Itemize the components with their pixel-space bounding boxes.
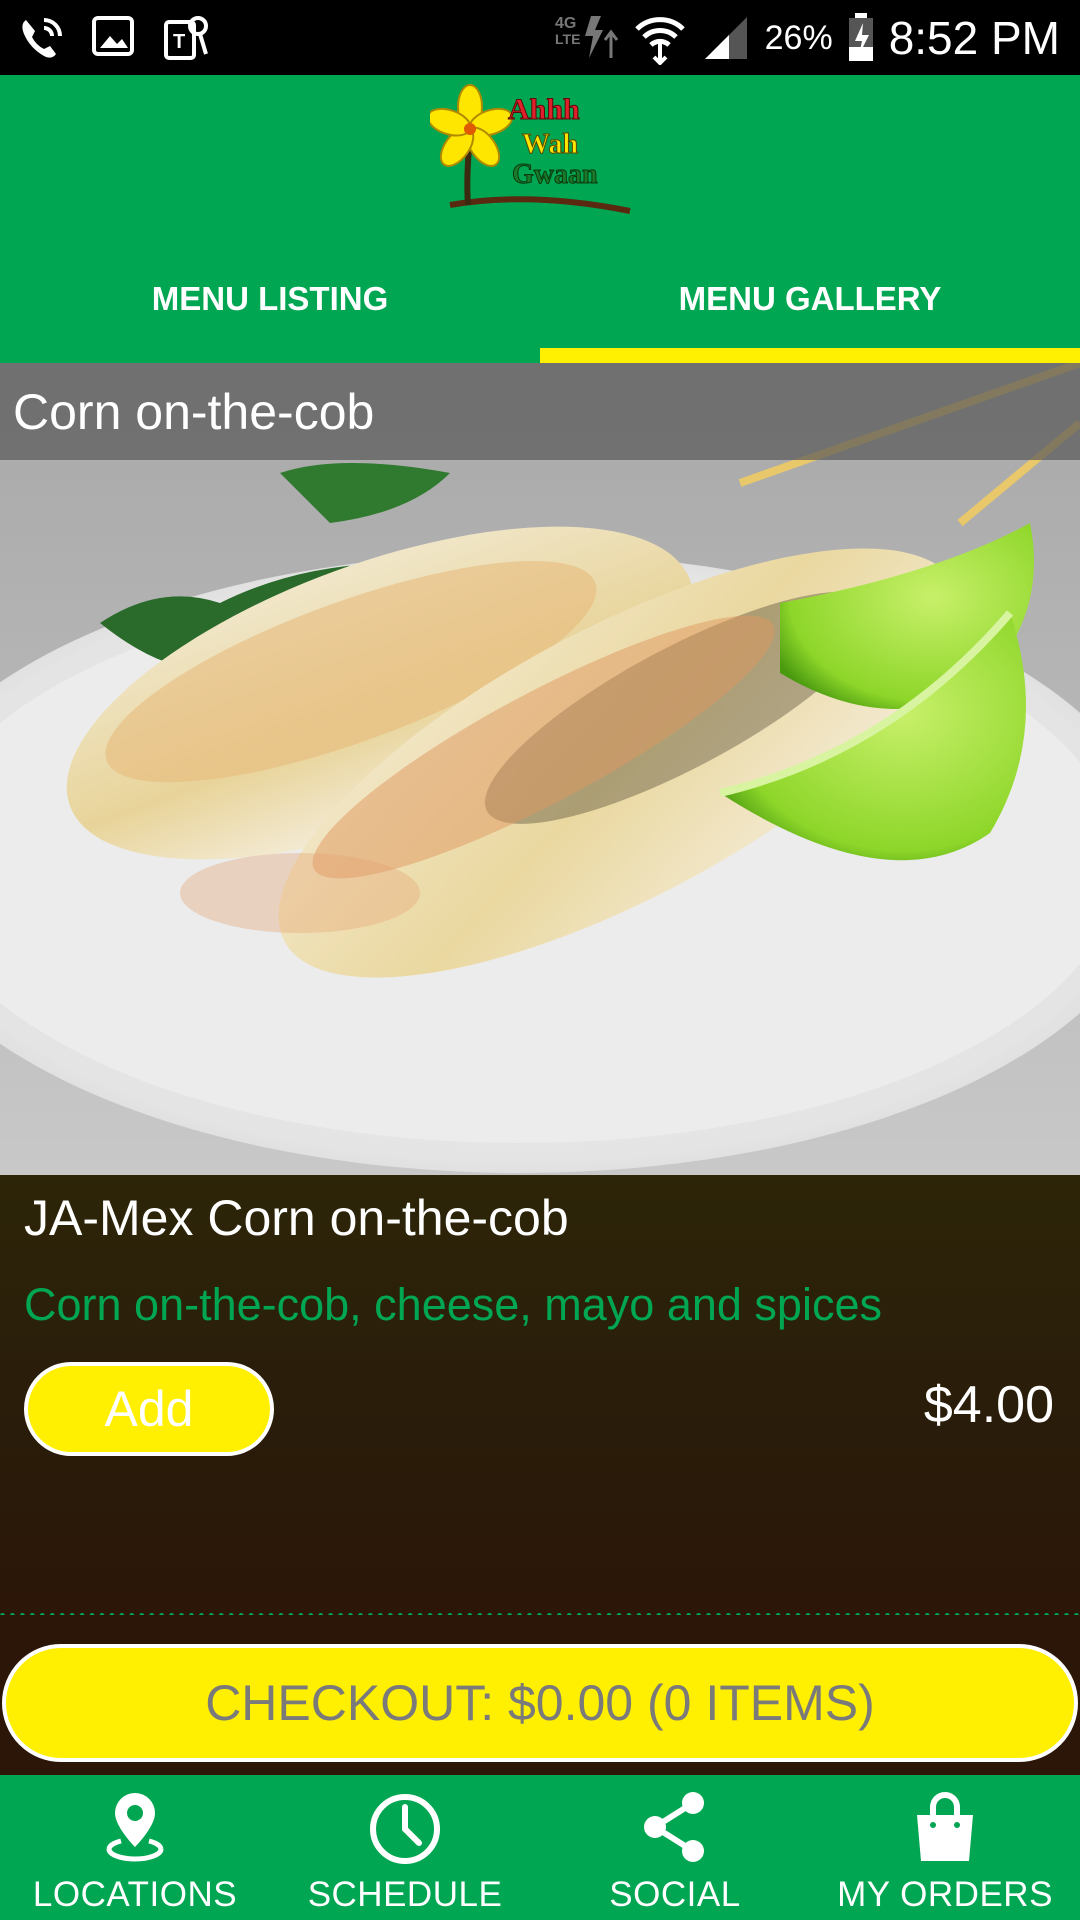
nav-locations-label: LOCATIONS bbox=[32, 1875, 238, 1914]
svg-text:Gwaan: Gwaan bbox=[512, 159, 598, 190]
selected-tab-indicator bbox=[540, 348, 1080, 363]
nav-schedule[interactable]: SCHEDULE bbox=[270, 1775, 540, 1920]
clock-time: 8:52 PM bbox=[888, 12, 1060, 64]
clock-icon bbox=[370, 1794, 440, 1864]
nav-social[interactable]: SOCIAL bbox=[540, 1775, 810, 1920]
tab-menu-listing[interactable]: MENU LISTING bbox=[0, 235, 540, 363]
gallery-icon bbox=[92, 16, 134, 56]
item-title: JA-Mex Corn on-the-cob bbox=[24, 1190, 569, 1246]
tmobile-app-icon: T bbox=[164, 16, 208, 60]
tab-menu-listing-label: MENU LISTING bbox=[151, 280, 389, 317]
bottom-navigation: LOCATIONS SCHEDULE SOCIAL MY ORDERS bbox=[0, 1775, 1080, 1920]
nav-my-orders[interactable]: MY ORDERS bbox=[810, 1775, 1080, 1920]
tab-menu-gallery[interactable]: MENU GALLERY bbox=[540, 235, 1080, 363]
svg-text:4G: 4G bbox=[555, 15, 576, 32]
checkout-bar: CHECKOUT: $0.00 (0 ITEMS) bbox=[0, 1615, 1080, 1775]
menu-item-photo[interactable]: Corn on-the-cob bbox=[0, 363, 1080, 1175]
corn-on-the-cob-image bbox=[0, 363, 1080, 1175]
svg-text:Wah: Wah bbox=[522, 129, 578, 160]
app-header: Ahhh Wah Gwaan MENU LISTING MENU GALLERY bbox=[0, 75, 1080, 363]
battery-charging-icon bbox=[848, 13, 873, 61]
status-bar: T 4G LTE 26% 8:52 PM bbox=[0, 0, 1080, 75]
nav-social-label: SOCIAL bbox=[609, 1875, 741, 1914]
svg-text:T: T bbox=[173, 31, 185, 53]
menu-item-details: JA-Mex Corn on-the-cob Corn on-the-cob, … bbox=[0, 1175, 1080, 1618]
battery-percent: 26% bbox=[764, 18, 833, 57]
item-description: Corn on-the-cob, cheese, mayo and spices bbox=[24, 1279, 882, 1330]
tab-menu-gallery-label: MENU GALLERY bbox=[678, 280, 942, 317]
wifi-calling-icon bbox=[22, 18, 62, 58]
wifi-icon bbox=[634, 17, 685, 65]
share-icon bbox=[644, 1792, 704, 1862]
svg-text:LTE: LTE bbox=[555, 31, 580, 47]
cell-signal-icon bbox=[704, 17, 747, 59]
nav-locations[interactable]: LOCATIONS bbox=[0, 1775, 270, 1920]
svg-text:Ahhh: Ahhh bbox=[508, 93, 580, 126]
menu-tabs: MENU LISTING MENU GALLERY bbox=[0, 235, 1080, 363]
item-price: $4.00 bbox=[923, 1376, 1054, 1434]
add-to-order-button[interactable]: Add bbox=[24, 1362, 274, 1456]
photo-caption: Corn on-the-cob bbox=[0, 363, 1080, 460]
nav-schedule-label: SCHEDULE bbox=[307, 1875, 503, 1914]
nav-my-orders-label: MY ORDERS bbox=[837, 1875, 1053, 1914]
location-pin-icon bbox=[106, 1793, 164, 1862]
ahhh-wah-gwaan-logo: Ahhh Wah Gwaan bbox=[430, 84, 631, 214]
lte-signal-icon: 4G LTE bbox=[555, 15, 618, 58]
checkout-button[interactable]: CHECKOUT: $0.00 (0 ITEMS) bbox=[2, 1644, 1078, 1762]
shopping-bag-icon bbox=[917, 1792, 973, 1861]
